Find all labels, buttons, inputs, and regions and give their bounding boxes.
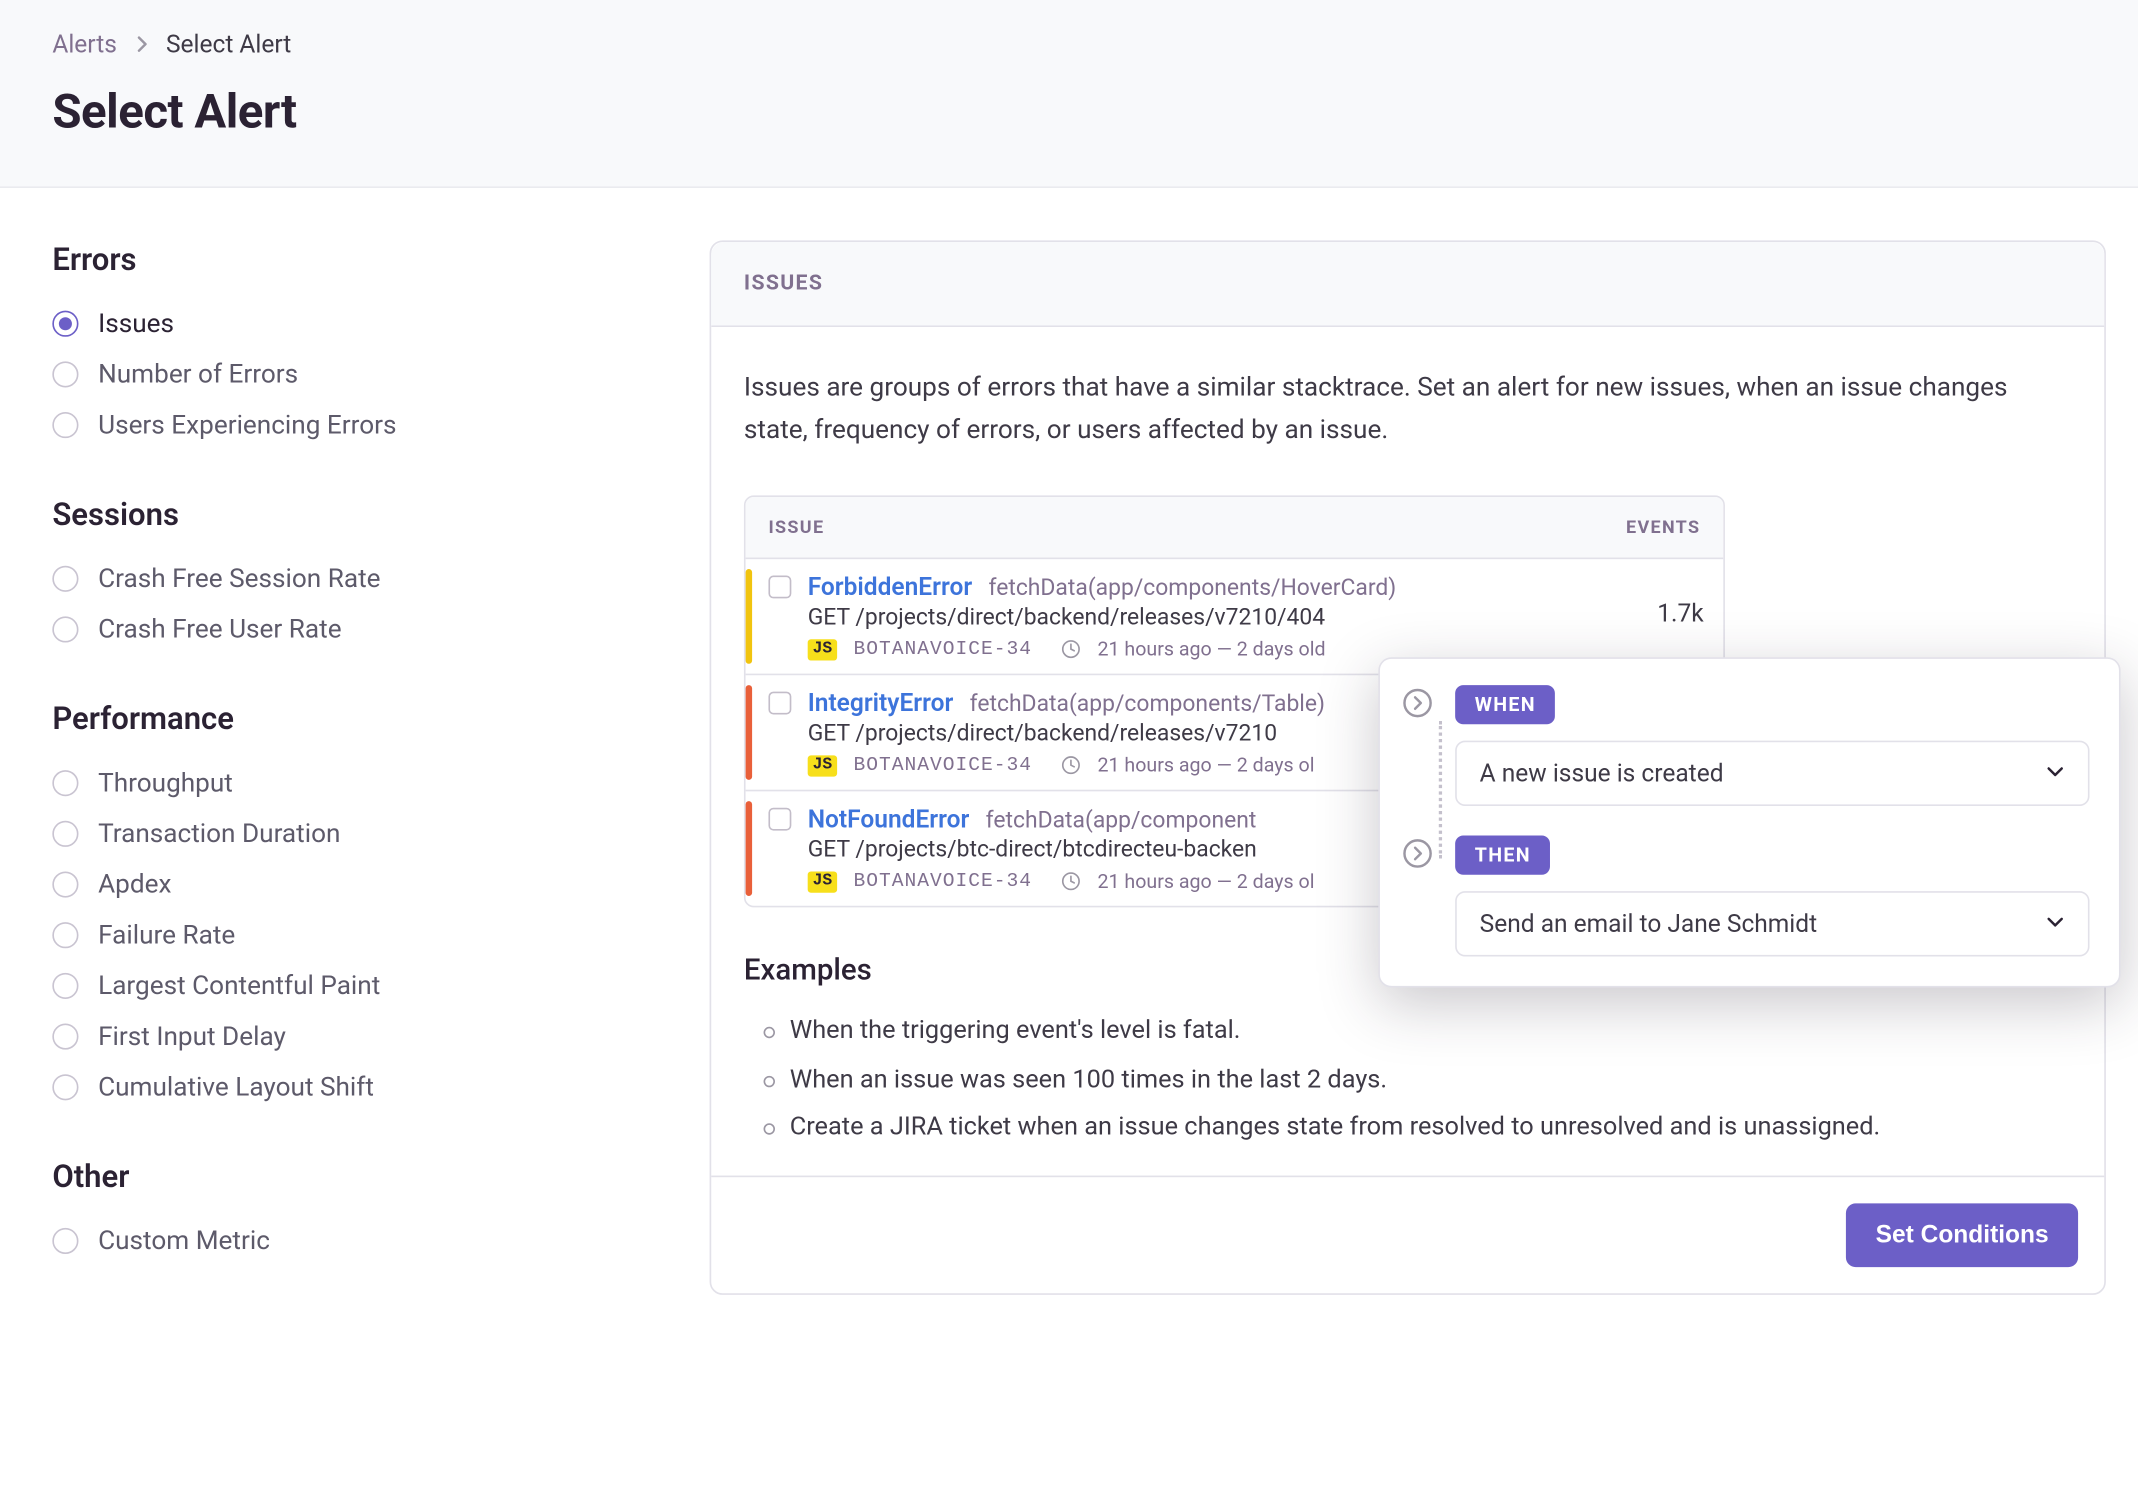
clock-icon [1061,872,1081,892]
sidebar-item[interactable]: Crash Free Session Rate [52,553,657,604]
sidebar-item[interactable]: First Input Delay [52,1010,657,1061]
then-action-value: Send an email to Jane Schmidt [1480,909,1817,938]
project-code: BOTANAVOICE-34 [853,638,1032,661]
sidebar-item-label: Custom Metric [98,1225,270,1256]
example-item: Create a JIRA ticket when an issue chang… [764,1104,2072,1152]
breadcrumb: Alerts Select Alert [52,29,2086,58]
platform-badge: JS [808,871,837,892]
sidebar-group-title: Performance [52,700,657,738]
chevron-down-icon [2045,759,2065,788]
radio-icon [52,972,78,998]
sidebar-group-title: Errors [52,240,657,278]
when-then-popover: WHEN A new issue is created [1378,657,2120,987]
chevron-right-circle-icon [1403,688,1432,717]
error-function: fetchData(app/components/HoverCard) [989,576,1397,602]
sidebar-item[interactable]: Failure Rate [52,909,657,960]
sidebar-item-label: First Input Delay [98,1020,286,1051]
when-condition-value: A new issue is created [1480,759,1724,788]
project-code: BOTANAVOICE-34 [853,870,1032,893]
when-condition-select[interactable]: A new issue is created [1455,741,2089,806]
issue-age: 21 hours ago — 2 days ol [1097,870,1314,893]
breadcrumb-current: Select Alert [166,29,291,58]
page-title: Select Alert [52,85,2086,141]
sidebar-item[interactable]: Largest Contentful Paint [52,960,657,1011]
radio-icon [52,820,78,846]
error-function: fetchData(app/components/Table) [970,692,1325,718]
page-header: Alerts Select Alert Select Alert [0,0,2138,188]
radio-icon [52,921,78,947]
sidebar-item[interactable]: Cumulative Layout Shift [52,1061,657,1112]
level-indicator [746,801,753,896]
radio-icon [52,1227,78,1253]
radio-icon [52,361,78,387]
project-code: BOTANAVOICE-34 [853,754,1032,777]
set-conditions-button[interactable]: Set Conditions [1846,1203,2078,1267]
radio-icon [52,411,78,437]
error-name[interactable]: IntegrityError [808,689,954,718]
radio-icon [52,565,78,591]
sidebar-item-label: Largest Contentful Paint [98,970,380,1001]
when-badge: WHEN [1455,685,1555,724]
column-header-events: EVENTS [1602,517,1700,538]
sidebar-item[interactable]: Number of Errors [52,348,657,399]
sidebar-item[interactable]: Custom Metric [52,1215,657,1266]
then-badge: THEN [1455,835,1550,874]
issue-age: 21 hours ago — 2 days old [1097,638,1325,661]
row-checkbox[interactable] [768,808,791,831]
column-header-issue: ISSUE [768,517,1602,538]
sidebar-item-label: Issues [98,307,174,338]
sidebar-group-title: Other [52,1158,657,1196]
alert-type-sidebar: Errors Issues Number of Errors Users Experi… [52,240,657,1311]
chevron-down-icon [2045,909,2065,938]
sidebar-item[interactable]: Apdex [52,858,657,909]
sidebar-group-title: Sessions [52,495,657,533]
platform-badge: JS [808,755,837,776]
sidebar-item[interactable]: Issues [52,298,657,349]
level-indicator [746,569,753,664]
sidebar-item-label: Crash Free User Rate [98,613,341,644]
radio-icon [52,871,78,897]
radio-icon [52,1073,78,1099]
panel-description: Issues are groups of errors that have a … [744,366,2072,450]
clock-icon [1061,640,1081,660]
event-count: 1.7k [1615,573,1703,661]
error-name[interactable]: NotFoundError [808,805,970,834]
level-indicator [746,685,753,780]
sidebar-item[interactable]: Crash Free User Rate [52,603,657,654]
radio-icon [52,1023,78,1049]
error-function: fetchData(app/component [986,808,1257,834]
clock-icon [1061,756,1081,776]
example-item: When the triggering event's level is fat… [764,1007,2072,1055]
row-checkbox[interactable] [768,692,791,715]
sidebar-item-label: Throughput [98,767,233,798]
row-checkbox[interactable] [768,576,791,599]
issue-age: 21 hours ago — 2 days ol [1097,754,1314,777]
sidebar-item-label: Users Experiencing Errors [98,409,396,440]
radio-icon [52,616,78,642]
sidebar-item[interactable]: Users Experiencing Errors [52,399,657,450]
error-path: GET /projects/direct/backend/releases/v7… [808,605,1616,631]
error-name[interactable]: ForbiddenError [808,573,972,602]
sidebar-item-label: Apdex [98,868,171,899]
sidebar-item[interactable]: Transaction Duration [52,808,657,859]
chevron-right-icon [133,29,149,58]
platform-badge: JS [808,639,837,660]
breadcrumb-link-alerts[interactable]: Alerts [52,29,117,58]
sidebar-item[interactable]: Throughput [52,757,657,808]
radio-icon [52,310,78,336]
chevron-right-circle-icon [1403,839,1432,868]
radio-icon [52,769,78,795]
then-action-select[interactable]: Send an email to Jane Schmidt [1455,891,2089,956]
sidebar-item-label: Failure Rate [98,919,235,950]
example-item: When an issue was seen 100 times in the … [764,1056,2072,1104]
sidebar-item-label: Number of Errors [98,358,298,389]
sidebar-item-label: Crash Free Session Rate [98,562,380,593]
panel-header: ISSUES [711,242,2104,327]
sidebar-item-label: Cumulative Layout Shift [98,1071,374,1102]
alert-config-panel: ISSUES Issues are groups of errors that … [710,240,2106,1294]
sidebar-item-label: Transaction Duration [98,818,340,849]
